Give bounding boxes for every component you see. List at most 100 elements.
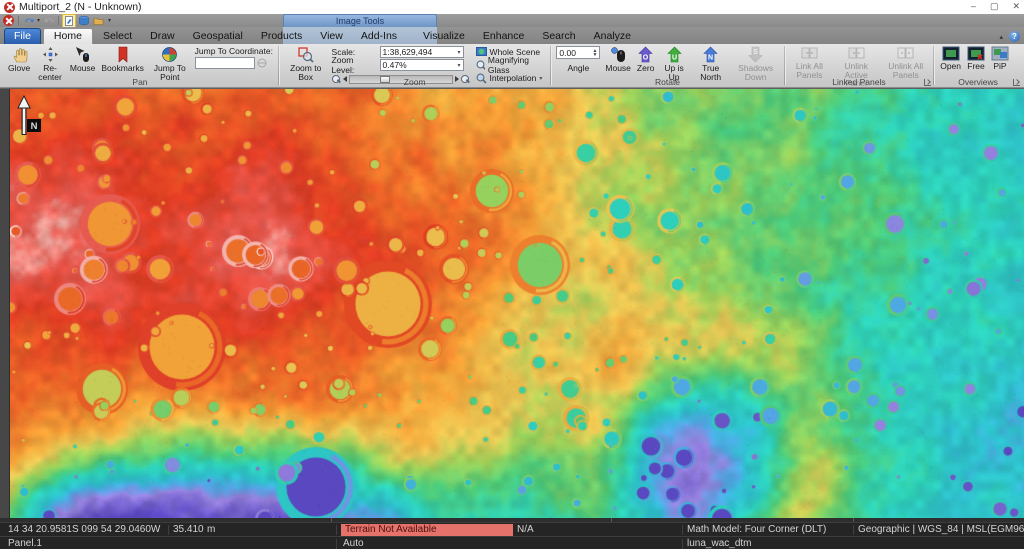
tab-visualize[interactable]: Visualize bbox=[415, 28, 473, 44]
application-window: Multiport_2 (N - Unknown) – ▢ ✕ ▾ ▾ Imag… bbox=[0, 0, 1024, 549]
linked-panels-group: Link All Panels Unlink Active Panel Unli… bbox=[785, 44, 934, 87]
tab-products[interactable]: Products bbox=[253, 28, 310, 44]
ribbon: Glove Re-center Mouse Bookmarks Jump To … bbox=[0, 44, 1024, 88]
overview-pip-button[interactable]: PiP bbox=[988, 45, 1012, 72]
scale-combo[interactable]: 1:38,629,494 ▾ bbox=[380, 46, 464, 58]
tab-draw[interactable]: Draw bbox=[142, 28, 183, 44]
overviews-launcher-icon[interactable] bbox=[1013, 79, 1020, 86]
zoom-level-combo[interactable]: 0.47% ▾ bbox=[380, 59, 464, 71]
mouse-cursor-icon bbox=[74, 46, 91, 63]
annotate-toggle-icon[interactable] bbox=[63, 15, 75, 27]
layers-icon[interactable] bbox=[78, 15, 90, 26]
tab-analyze[interactable]: Analyze bbox=[586, 28, 639, 44]
rotate-mouse-button[interactable]: Mouse bbox=[602, 45, 634, 74]
ribbon-tab-row: File Home Select Draw Geospatial Product… bbox=[0, 27, 1024, 44]
unlink-all-icon bbox=[897, 46, 914, 61]
panel-name: Panel.1 bbox=[8, 538, 42, 549]
open-folder-icon[interactable] bbox=[93, 16, 105, 26]
unlink-all-panels-button: Unlink All Panels bbox=[881, 45, 930, 80]
svg-text:S: S bbox=[753, 49, 758, 56]
overview-open-button[interactable]: Open bbox=[937, 45, 964, 72]
coordinate-readout: 14 34 20.9581S 099 54 29.0460W bbox=[8, 524, 160, 535]
overview-free-icon bbox=[967, 46, 985, 61]
jump-to-coordinate-input[interactable] bbox=[195, 57, 255, 69]
ribbon-collapse-icon[interactable]: ▴ bbox=[999, 33, 1003, 41]
redo-icon bbox=[43, 15, 54, 26]
jump-to-coordinate-field: Jump To Coordinate: bbox=[193, 45, 275, 70]
crs-readout: Geographic | WGS_84 | MSL(EGM96) bbox=[858, 524, 1024, 535]
ribbon-chrome: ▾ ▾ Image Tools bbox=[0, 14, 1024, 27]
rotate-mouse-icon bbox=[610, 46, 627, 63]
tab-home[interactable]: Home bbox=[43, 28, 93, 44]
image-tools-contextual-header: Image Tools bbox=[283, 14, 437, 27]
raster-mode: Auto bbox=[343, 538, 364, 549]
north-label: N bbox=[31, 121, 38, 132]
svg-text:U: U bbox=[672, 55, 677, 62]
zoom-group: Zoom to Box Scale: 1:38,629,494 ▾ Zoom L… bbox=[279, 44, 551, 87]
left-panel-strip bbox=[0, 89, 10, 518]
glove-button[interactable]: Glove bbox=[5, 45, 33, 74]
link-all-panels-button: Link All Panels bbox=[788, 45, 832, 80]
whole-scene-icon bbox=[476, 47, 487, 57]
maximize-button[interactable]: ▢ bbox=[990, 0, 999, 13]
elevation-readout: 35.410 bbox=[173, 524, 204, 535]
map-canvas[interactable] bbox=[10, 89, 1024, 519]
math-model-readout: Math Model: Four Corner (DLT) bbox=[687, 524, 826, 535]
terrain-status-badge: Terrain Not Available bbox=[341, 524, 513, 536]
tab-addins[interactable]: Add-Ins bbox=[353, 28, 405, 44]
scale-caret-icon[interactable]: ▾ bbox=[458, 49, 461, 56]
undo-dropdown-icon[interactable]: ▾ bbox=[37, 18, 40, 24]
zoom-group-label: Zoom bbox=[279, 77, 551, 87]
pan-group-label: Pan bbox=[2, 77, 278, 87]
rotate-group: 0.00 ▲▼ Angle Mouse O Zero U Up is Up N … bbox=[551, 44, 783, 87]
close-button[interactable]: ✕ bbox=[1012, 0, 1020, 13]
angle-spinner-arrows[interactable]: ▲▼ bbox=[592, 49, 597, 57]
tab-file[interactable]: File bbox=[4, 28, 41, 44]
overview-free-button[interactable]: Free bbox=[964, 45, 988, 72]
window-title: Multiport_2 (N - Unknown) bbox=[19, 1, 142, 13]
qat-overflow-icon[interactable]: ▾ bbox=[108, 18, 111, 24]
tab-geospatial[interactable]: Geospatial bbox=[185, 28, 251, 44]
unlink-active-icon bbox=[848, 46, 865, 61]
undo-icon[interactable] bbox=[23, 15, 34, 26]
quick-access-toolbar: ▾ ▾ bbox=[0, 15, 111, 27]
glove-icon bbox=[11, 46, 28, 63]
tab-view[interactable]: View bbox=[312, 28, 351, 44]
status-bar-bottom: Panel.1 Auto luna_wac_dtm bbox=[0, 536, 1024, 549]
pan-mouse-button[interactable]: Mouse bbox=[67, 45, 99, 74]
help-icon[interactable]: ? bbox=[1009, 31, 1020, 42]
pan-group: Glove Re-center Mouse Bookmarks Jump To … bbox=[2, 44, 278, 87]
tab-select[interactable]: Select bbox=[95, 28, 140, 44]
overviews-group: Open Free PiP Overviews bbox=[934, 44, 1022, 87]
overview-open-icon bbox=[942, 46, 960, 61]
true-north-arrow-icon: N bbox=[702, 46, 719, 63]
magnifying-glass-icon bbox=[476, 60, 485, 71]
map-viewport: N bbox=[0, 88, 1024, 518]
magnifying-glass-button[interactable]: Magnifying Glass bbox=[474, 59, 546, 71]
bookmark-icon bbox=[114, 46, 131, 63]
linked-panels-launcher-icon[interactable] bbox=[924, 79, 931, 86]
recenter-icon bbox=[42, 46, 59, 63]
overviews-group-label: Overviews bbox=[934, 77, 1022, 87]
layer-name: luna_wac_dtm bbox=[687, 538, 751, 549]
angle-field: 0.00 ▲▼ Angle bbox=[554, 45, 602, 74]
angle-spinner[interactable]: 0.00 ▲▼ bbox=[556, 46, 600, 59]
app-menu-button[interactable] bbox=[3, 15, 14, 26]
zoom-level-caret-icon[interactable]: ▾ bbox=[458, 62, 461, 69]
bookmarks-button[interactable]: Bookmarks bbox=[98, 45, 147, 74]
zero-button[interactable]: O Zero bbox=[634, 45, 657, 74]
title-bar: Multiport_2 (N - Unknown) – ▢ ✕ bbox=[0, 0, 1024, 14]
zoom-box-icon bbox=[297, 46, 314, 63]
apply-coordinate-icon bbox=[257, 58, 267, 68]
tab-enhance[interactable]: Enhance bbox=[475, 28, 532, 44]
zero-arrow-icon: O bbox=[637, 46, 654, 63]
correction-readout: N/A bbox=[517, 524, 534, 535]
status-bar-top: 14 34 20.9581S 099 54 29.0460W 35.410 m … bbox=[0, 522, 1024, 536]
minimize-button[interactable]: – bbox=[971, 0, 976, 13]
linked-panels-group-label: Linked Panels bbox=[785, 77, 934, 87]
jump-to-coordinate-label: Jump To Coordinate: bbox=[195, 46, 273, 56]
globe-icon bbox=[161, 46, 178, 63]
tab-search[interactable]: Search bbox=[534, 28, 583, 44]
rotate-group-label: Rotate bbox=[551, 77, 783, 87]
svg-text:O: O bbox=[643, 55, 649, 62]
